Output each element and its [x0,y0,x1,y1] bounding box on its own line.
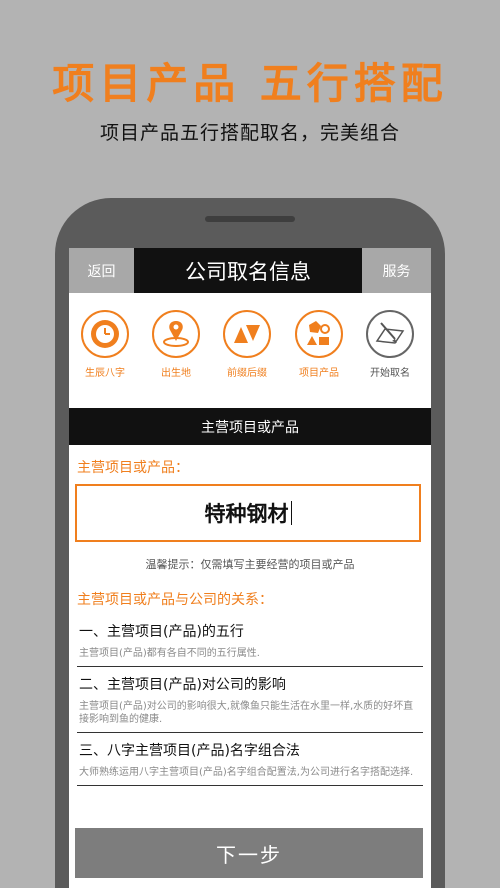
promo-subtitle: 项目产品五行搭配取名，完美组合 [99,122,400,144]
location-pin-icon [152,310,200,358]
phone-speaker [205,216,295,222]
product-input[interactable]: 特种钢材 [75,484,421,542]
triangles-icon [223,310,271,358]
top-bar: 返回 公司取名信息 服务 [69,248,431,293]
step-start-naming[interactable]: 开始取名 [354,310,426,379]
text-caret [290,501,292,525]
service-button[interactable]: 服务 [362,248,431,293]
step-label: 开始取名 [370,368,410,379]
item-description: 大师熟练运用八字主营项目(产品)名字组合配置法,为公司进行名字搭配选择. [79,767,414,778]
step-birth-chart[interactable]: 生辰八字 [69,310,141,379]
step-product[interactable]: 项目产品 [283,310,355,379]
step-label: 项目产品 [299,368,339,379]
list-item: 一、主营项目(产品)的五行 主营项目(产品)都有各自不同的五行属性. [77,614,423,667]
list-item: 二、主营项目(产品)对公司的影响 主营项目(产品)对公司的影响很大,就像鱼只能生… [77,667,423,733]
next-button[interactable]: 下一步 [75,828,423,878]
step-birthplace[interactable]: 出生地 [140,310,212,379]
step-label: 出生地 [161,368,191,379]
relation-list: 一、主营项目(产品)的五行 主营项目(产品)都有各自不同的五行属性. 二、主营项… [77,614,423,786]
product-field-label: 主营项目或产品： [77,460,189,476]
item-heading: 一、主营项目(产品)的五行 [79,624,244,640]
item-heading: 三、八字主营项目(产品)名字组合法 [79,743,300,759]
relation-label: 主营项目或产品与公司的关系： [77,592,273,608]
promo-title: 项目产品 五行搭配 [52,59,448,108]
clock-icon [81,310,129,358]
step-label: 生辰八字 [85,368,125,379]
pen-paper-icon [366,310,414,358]
list-item: 三、八字主营项目(产品)名字组合法 大师熟练运用八字主营项目(产品)名字组合配置… [77,733,423,786]
back-button[interactable]: 返回 [69,248,134,293]
item-description: 主营项目(产品)对公司的影响很大,就像鱼只能生活在水里一样,水质的好坏直接影响到… [79,701,414,725]
item-description: 主营项目(产品)都有各自不同的五行属性. [79,648,260,659]
section-header: 主营项目或产品 [69,408,431,445]
step-nav: 生辰八字 出生地 前缀后缀 项目产品 开始取名 [69,310,431,400]
page-title: 公司取名信息 [185,259,311,284]
hint-text: 温馨提示：仅需填写主要经营的项目或产品 [145,558,355,571]
item-heading: 二、主营项目(产品)对公司的影响 [79,677,286,693]
shapes-icon [295,310,343,358]
step-prefix-suffix[interactable]: 前缀后缀 [211,310,283,379]
phone-screen: 返回 公司取名信息 服务 生辰八字 出生地 前缀后缀 项目产品 开始取名 主营项… [69,248,431,888]
step-label: 前缀后缀 [227,368,267,379]
product-input-value: 特种钢材 [204,502,289,526]
